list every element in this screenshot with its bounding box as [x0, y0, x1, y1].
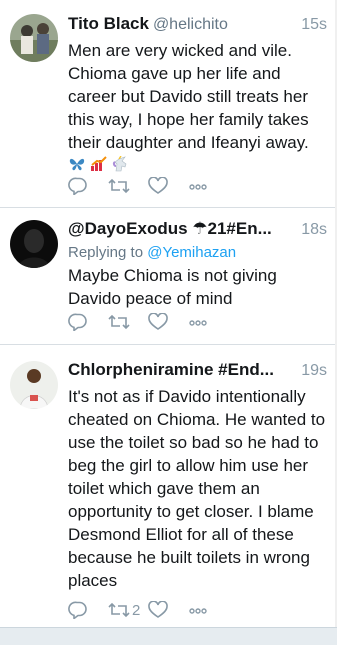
retweet-icon — [108, 177, 130, 195]
reply-button[interactable] — [68, 600, 108, 620]
heart-icon — [148, 601, 168, 619]
tweet[interactable]: Tito Black @helichito 15s Men are very w… — [0, 0, 337, 208]
more-dots-icon — [188, 601, 208, 619]
retweet-button[interactable]: 2 — [108, 600, 148, 620]
chart-emoji-icon — [90, 155, 108, 178]
retweet-count: 2 — [132, 601, 141, 619]
reply-icon — [68, 177, 88, 195]
timestamp[interactable]: 15s — [301, 16, 327, 34]
bottom-bar — [0, 627, 337, 645]
display-name[interactable]: Tito Black — [68, 14, 149, 34]
tweet[interactable]: Chlorpheniramine #End... 19s It's not as… — [0, 345, 337, 628]
heart-icon — [148, 177, 168, 195]
tweet[interactable]: @DayoExodus ☂21#En... 18s Replying to @Y… — [0, 208, 337, 345]
more-dots-icon — [188, 313, 208, 331]
mention-link[interactable]: @Yemihazan — [147, 244, 236, 261]
timestamp[interactable]: 18s — [301, 221, 327, 239]
retweet-icon — [108, 313, 130, 331]
user-handle[interactable]: @helichito — [153, 16, 228, 34]
like-button[interactable] — [148, 176, 188, 196]
heart-icon — [148, 313, 168, 331]
reply-button[interactable] — [68, 176, 108, 196]
display-name[interactable]: Chlorpheniramine #End... — [68, 360, 274, 380]
more-button[interactable] — [188, 176, 228, 196]
like-button[interactable] — [148, 600, 188, 620]
avatar[interactable] — [10, 220, 58, 268]
tweet-text: Maybe Chioma is not giving Davido peace … — [68, 266, 277, 308]
emoji-group — [68, 155, 130, 178]
more-button[interactable] — [188, 312, 228, 332]
avatar[interactable] — [10, 361, 58, 409]
reply-icon — [68, 313, 88, 331]
reply-icon — [68, 601, 88, 619]
like-button[interactable] — [148, 312, 188, 332]
retweet-icon — [108, 601, 130, 619]
tweet-text: It's not as if Davido intentionally chea… — [68, 387, 326, 590]
unicorn-emoji-icon — [112, 155, 130, 178]
more-dots-icon — [188, 177, 208, 195]
tweet-text: Men are very wicked and vile. Chioma gav… — [68, 39, 327, 178]
timestamp[interactable]: 19s — [301, 362, 327, 380]
avatar[interactable] — [10, 14, 58, 62]
butterfly-emoji-icon — [68, 155, 86, 178]
display-name[interactable]: @DayoExodus ☂21#En... — [68, 219, 272, 239]
retweet-button[interactable] — [108, 312, 148, 332]
replying-to: Replying to @Yemihazan — [68, 244, 237, 261]
retweet-button[interactable] — [108, 176, 148, 196]
reply-button[interactable] — [68, 312, 108, 332]
more-button[interactable] — [188, 600, 228, 620]
